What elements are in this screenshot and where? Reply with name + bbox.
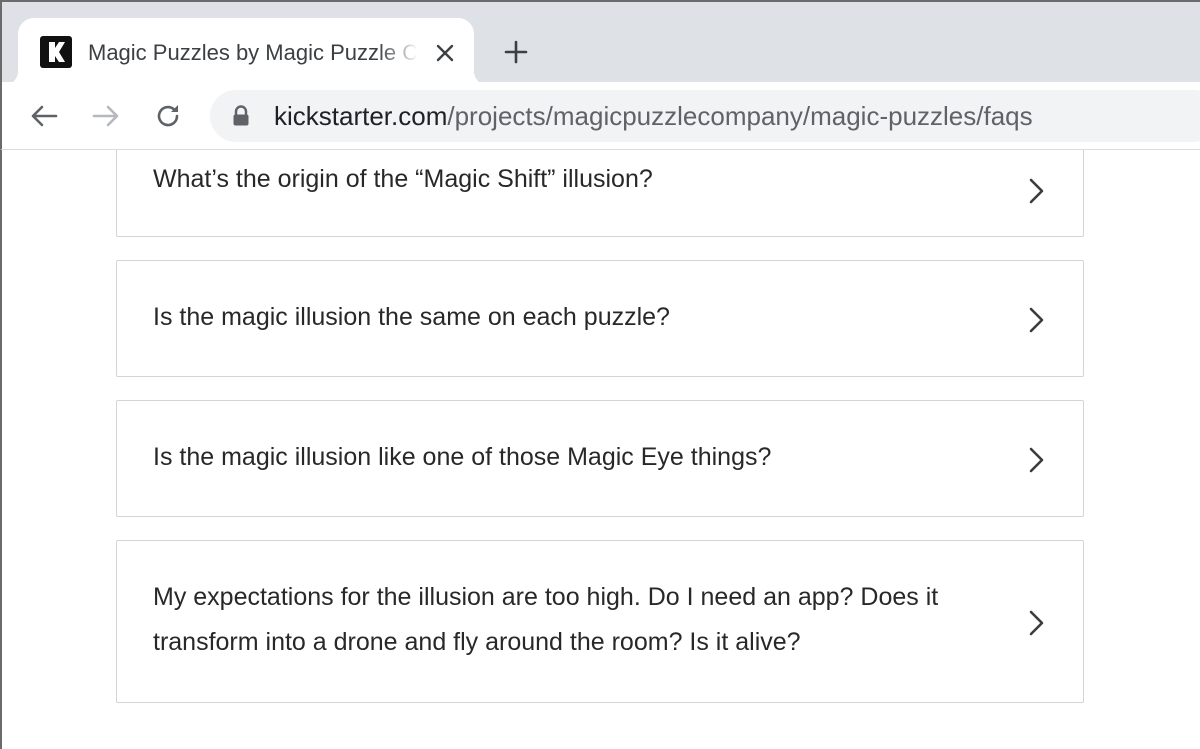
url-host: kickstarter.com (274, 101, 448, 131)
faq-question: What’s the origin of the “Magic Shift” i… (153, 165, 653, 193)
faq-item[interactable]: Is the magic illusion the same on each p… (116, 260, 1084, 377)
arrow-right-icon[interactable] (86, 96, 126, 136)
faq-question: My expectations for the illusion are too… (153, 583, 939, 656)
faq-item[interactable]: What’s the origin of the “Magic Shift” i… (116, 150, 1084, 237)
plus-icon[interactable] (498, 34, 534, 70)
faq-item[interactable]: Is the magic illusion like one of those … (116, 400, 1084, 517)
tab-strip: Magic Puzzles by Magic Puzzle Company (0, 0, 1200, 86)
tab-title: Magic Puzzles by Magic Puzzle Company (88, 40, 418, 65)
arrow-left-icon[interactable] (24, 96, 64, 136)
browser-window: Magic Puzzles by Magic Puzzle Company (0, 0, 1200, 749)
faq-question: Is the magic illusion the same on each p… (153, 303, 670, 331)
faq-item[interactable]: My expectations for the illusion are too… (116, 540, 1084, 703)
address-bar[interactable]: kickstarter.com/projects/magicpuzzlecomp… (210, 90, 1200, 142)
chevron-right-icon (1029, 610, 1044, 636)
kickstarter-logo-icon (40, 36, 72, 68)
lock-icon[interactable] (232, 105, 254, 129)
browser-toolbar: kickstarter.com/projects/magicpuzzlecomp… (0, 82, 1200, 150)
close-icon[interactable] (430, 38, 460, 68)
chevron-right-icon (1029, 447, 1044, 473)
chevron-right-icon (1029, 307, 1044, 333)
url-path: /projects/magicpuzzlecompany/magic-puzzl… (447, 101, 1033, 131)
browser-tab[interactable]: Magic Puzzles by Magic Puzzle Company (2, 18, 490, 86)
reload-icon[interactable] (148, 96, 188, 136)
url-text[interactable]: kickstarter.com/projects/magicpuzzlecomp… (274, 100, 1033, 132)
chevron-right-icon (1029, 178, 1044, 204)
faq-page: What’s the origin of the “Magic Shift” i… (0, 150, 1200, 749)
faq-question: Is the magic illusion like one of those … (153, 443, 772, 471)
